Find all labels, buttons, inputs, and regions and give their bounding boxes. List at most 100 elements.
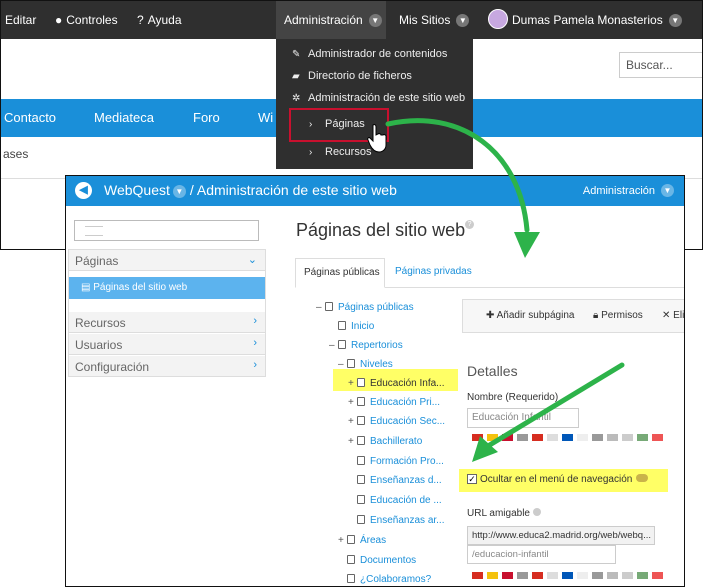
menu-item-content-admin[interactable]: ✎ Administrador de contenidos (292, 48, 447, 60)
caret-down-icon: ▼ (456, 14, 470, 27)
tree-node[interactable]: ¿Colaboramos? (338, 574, 431, 585)
user-avatar[interactable] (488, 9, 508, 29)
language-flag-icon[interactable] (562, 434, 573, 441)
page-title: Páginas del sitio web? (296, 220, 475, 241)
friendly-url-field[interactable]: /educacion-infantil (467, 545, 616, 564)
user-menu[interactable]: Dumas Pamela Monasterios ▼ (512, 13, 682, 27)
edit-button[interactable]: Editar (5, 13, 36, 27)
caret-down-icon[interactable]: ▼ (172, 185, 186, 198)
sidebar-section-users[interactable]: Usuarios › (69, 334, 265, 355)
help-icon[interactable] (533, 508, 541, 516)
tree-node[interactable]: – Niveles (338, 359, 393, 370)
help-icon[interactable]: ? (465, 220, 475, 229)
page-icon (357, 456, 365, 465)
nav-item-foro[interactable]: Foro (193, 110, 220, 125)
controls-button[interactable]: ● Controles (55, 13, 118, 27)
tab-public-pages[interactable]: Páginas públicas (295, 258, 385, 288)
permissions-button[interactable]: 🔒︎ Permisos (593, 310, 643, 321)
tree-node[interactable]: – Repertorios (329, 340, 403, 351)
page-icon (357, 495, 365, 504)
tree-node[interactable]: + Bachillerato (348, 436, 422, 447)
language-flag-icon[interactable] (532, 434, 543, 441)
tree-node[interactable]: Formación Pro... (348, 456, 444, 467)
sidebar-section-settings[interactable]: Configuración › (69, 356, 265, 377)
language-flag-icon[interactable] (487, 572, 498, 579)
language-flag-icon[interactable] (472, 572, 483, 579)
tree-node[interactable]: Inicio (329, 321, 374, 332)
tree-node[interactable]: – Páginas públicas (316, 302, 414, 313)
language-flag-icon[interactable] (472, 434, 483, 441)
sidebar-section-pages[interactable]: Páginas ⌄ (69, 250, 265, 271)
tree-node-selected[interactable]: + Educación Infa... (348, 378, 445, 389)
my-sites-menu[interactable]: Mis Sitios ▼ (399, 13, 470, 27)
chevron-right-icon: › (253, 315, 257, 327)
sidebar-search-input[interactable] (74, 220, 259, 241)
friendly-url-label: URL amigable (467, 508, 541, 519)
search-input[interactable]: Buscar... (619, 52, 702, 78)
language-flag-icon[interactable] (637, 434, 648, 441)
sidebar-item-site-pages[interactable]: ▤ Páginas del sitio web (69, 277, 265, 299)
nav-item-contacto[interactable]: Contacto (4, 110, 56, 125)
hand-cursor-icon (367, 124, 387, 153)
language-flag-icon[interactable] (622, 572, 633, 579)
tree-node[interactable]: Enseñanzas d... (348, 475, 442, 486)
tree-node[interactable]: Enseñanzas ar... (348, 515, 445, 526)
help-button[interactable]: ? Ayuda (137, 13, 182, 27)
page-icon (325, 302, 333, 311)
hide-in-nav-checkbox[interactable]: ✓ (467, 474, 477, 484)
site-selector[interactable]: WebQuest (104, 182, 170, 198)
language-flag-icon[interactable] (562, 572, 573, 579)
top-bar: Editar ● Controles ? Ayuda Administración ▼… (1, 1, 702, 39)
tree-node[interactable]: + Educación Pri... (348, 397, 440, 408)
language-flag-icon[interactable] (577, 434, 588, 441)
lock-icon: 🔒︎ (593, 310, 602, 321)
help-icon[interactable] (636, 474, 649, 482)
nav-item-mediateca[interactable]: Mediateca (94, 110, 154, 125)
panel-admin-menu[interactable]: Administración ▼ (583, 184, 674, 197)
language-flag-icon[interactable] (487, 434, 498, 441)
add-subpage-button[interactable]: ✚ Añadir subpágina (486, 310, 574, 321)
tree-node[interactable]: Documentos (338, 555, 416, 566)
tab-private-pages[interactable]: Páginas privadas (387, 258, 480, 288)
name-field[interactable]: Educación Infantil (467, 408, 579, 428)
back-arrow-icon[interactable]: ◀ (75, 182, 92, 199)
language-flag-icon[interactable] (517, 434, 528, 441)
menu-item-file-directory[interactable]: ▰ Directorio de ficheros (292, 70, 412, 82)
tree-node[interactable]: + Áreas (338, 535, 386, 546)
pencil-square-icon: ✎ (292, 49, 301, 60)
details-heading: Detalles (467, 363, 518, 379)
tree-node[interactable]: + Educación Sec... (348, 416, 445, 427)
language-flag-icon[interactable] (592, 572, 603, 579)
language-flag-icon[interactable] (652, 434, 663, 441)
page-icon (357, 378, 365, 387)
language-flag-icon[interactable] (532, 572, 543, 579)
language-flag-icon[interactable] (547, 572, 558, 579)
nav-item-wiki[interactable]: Wi (258, 110, 273, 125)
hide-in-nav-label: Ocultar en el menú de navegación (480, 474, 649, 485)
chevron-right-icon: › (253, 359, 257, 371)
eye-icon: ● (55, 13, 63, 27)
language-flag-icon[interactable] (607, 434, 618, 441)
language-flag-icon[interactable] (577, 572, 588, 579)
language-flag-icon[interactable] (652, 572, 663, 579)
language-flag-icon[interactable] (502, 434, 513, 441)
tab-bar: Páginas públicas Páginas privadas (295, 258, 684, 288)
page-icon (357, 515, 365, 524)
language-flag-icon[interactable] (592, 434, 603, 441)
page-icon (357, 397, 365, 406)
menu-item-resources[interactable]: › Recursos (309, 146, 371, 158)
admin-menu-label[interactable]: Administración ▼ (284, 13, 382, 27)
tree-node[interactable]: Educación de ... (348, 495, 442, 506)
sidebar: Páginas ⌄ ▤ Páginas del sitio web Recurso… (68, 249, 266, 377)
language-flag-icon[interactable] (547, 434, 558, 441)
language-flag-icon[interactable] (517, 572, 528, 579)
language-flag-icon[interactable] (622, 434, 633, 441)
language-flag-icon[interactable] (637, 572, 648, 579)
menu-item-site-admin[interactable]: ✲ Administración de este sitio web (292, 92, 465, 104)
filter-icon (85, 226, 103, 236)
delete-button[interactable]: ✕ Eli (662, 310, 684, 321)
language-flag-icon[interactable] (502, 572, 513, 579)
language-flag-icon[interactable] (607, 572, 618, 579)
sidebar-section-resources[interactable]: Recursos › (69, 312, 265, 333)
caret-down-icon: ▼ (661, 184, 674, 197)
